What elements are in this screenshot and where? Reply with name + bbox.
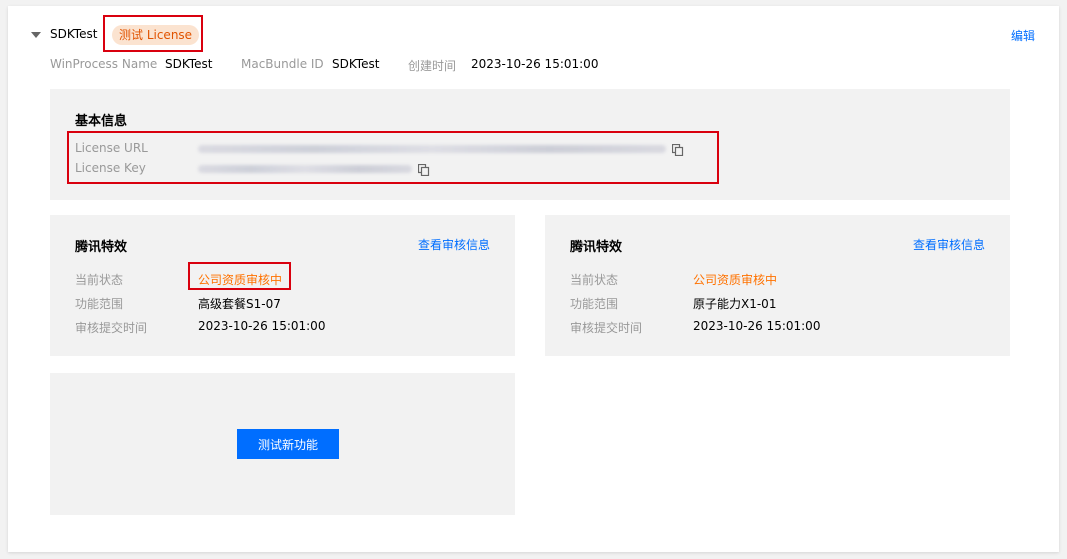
effect-2-status-value: 公司资质审核中 — [693, 273, 778, 287]
license-card: SDKTest 测试 License 编辑 WinProcess Name SD… — [8, 6, 1059, 552]
license-key-value-redacted — [198, 165, 412, 173]
effect-1-status-label: 当前状态 — [75, 273, 124, 287]
effect-2-scope-value: 原子能力X1-01 — [693, 297, 777, 311]
effect-1-time-label: 审核提交时间 — [75, 321, 148, 335]
macbundle-id-label: MacBundle ID — [241, 57, 324, 71]
license-url-value-redacted — [198, 145, 666, 153]
effect-2-time-value: 2023-10-26 15:01:00 — [693, 319, 821, 333]
winprocess-name-value: SDKTest — [165, 57, 213, 71]
effect-1-scope-value: 高级套餐S1-07 — [198, 297, 281, 311]
macbundle-id-value: SDKTest — [332, 57, 380, 71]
effect-2-title: 腾讯特效 — [570, 240, 623, 255]
collapse-caret-icon[interactable] — [31, 32, 41, 38]
app-name: SDKTest — [50, 27, 98, 41]
license-url-label: License URL — [75, 141, 148, 155]
basic-info-title: 基本信息 — [75, 114, 128, 129]
created-time-value: 2023-10-26 15:01:00 — [471, 57, 599, 71]
copy-url-icon[interactable] — [672, 144, 684, 156]
license-key-label: License Key — [75, 161, 146, 175]
effect-1-status-value: 公司资质审核中 — [198, 273, 283, 287]
license-highlight-box — [67, 131, 719, 184]
copy-key-icon[interactable] — [418, 164, 430, 176]
effect-1-time-value: 2023-10-26 15:01:00 — [198, 319, 326, 333]
effect-2-time-label: 审核提交时间 — [570, 321, 643, 335]
effect-2-status-label: 当前状态 — [570, 273, 619, 287]
winprocess-name-label: WinProcess Name — [50, 57, 158, 71]
edit-link[interactable]: 编辑 — [1011, 27, 1035, 44]
effect-2-review-link[interactable]: 查看审核信息 — [913, 236, 985, 253]
created-time-label: 创建时间 — [408, 59, 457, 73]
effect-1-title: 腾讯特效 — [75, 240, 128, 255]
effect-1-scope-label: 功能范围 — [75, 297, 124, 311]
effect-2-scope-label: 功能范围 — [570, 297, 619, 311]
effect-1-review-link[interactable]: 查看审核信息 — [418, 236, 490, 253]
test-new-feature-button[interactable]: 测试新功能 — [237, 429, 339, 459]
license-type-badge: 测试 License — [112, 25, 200, 45]
